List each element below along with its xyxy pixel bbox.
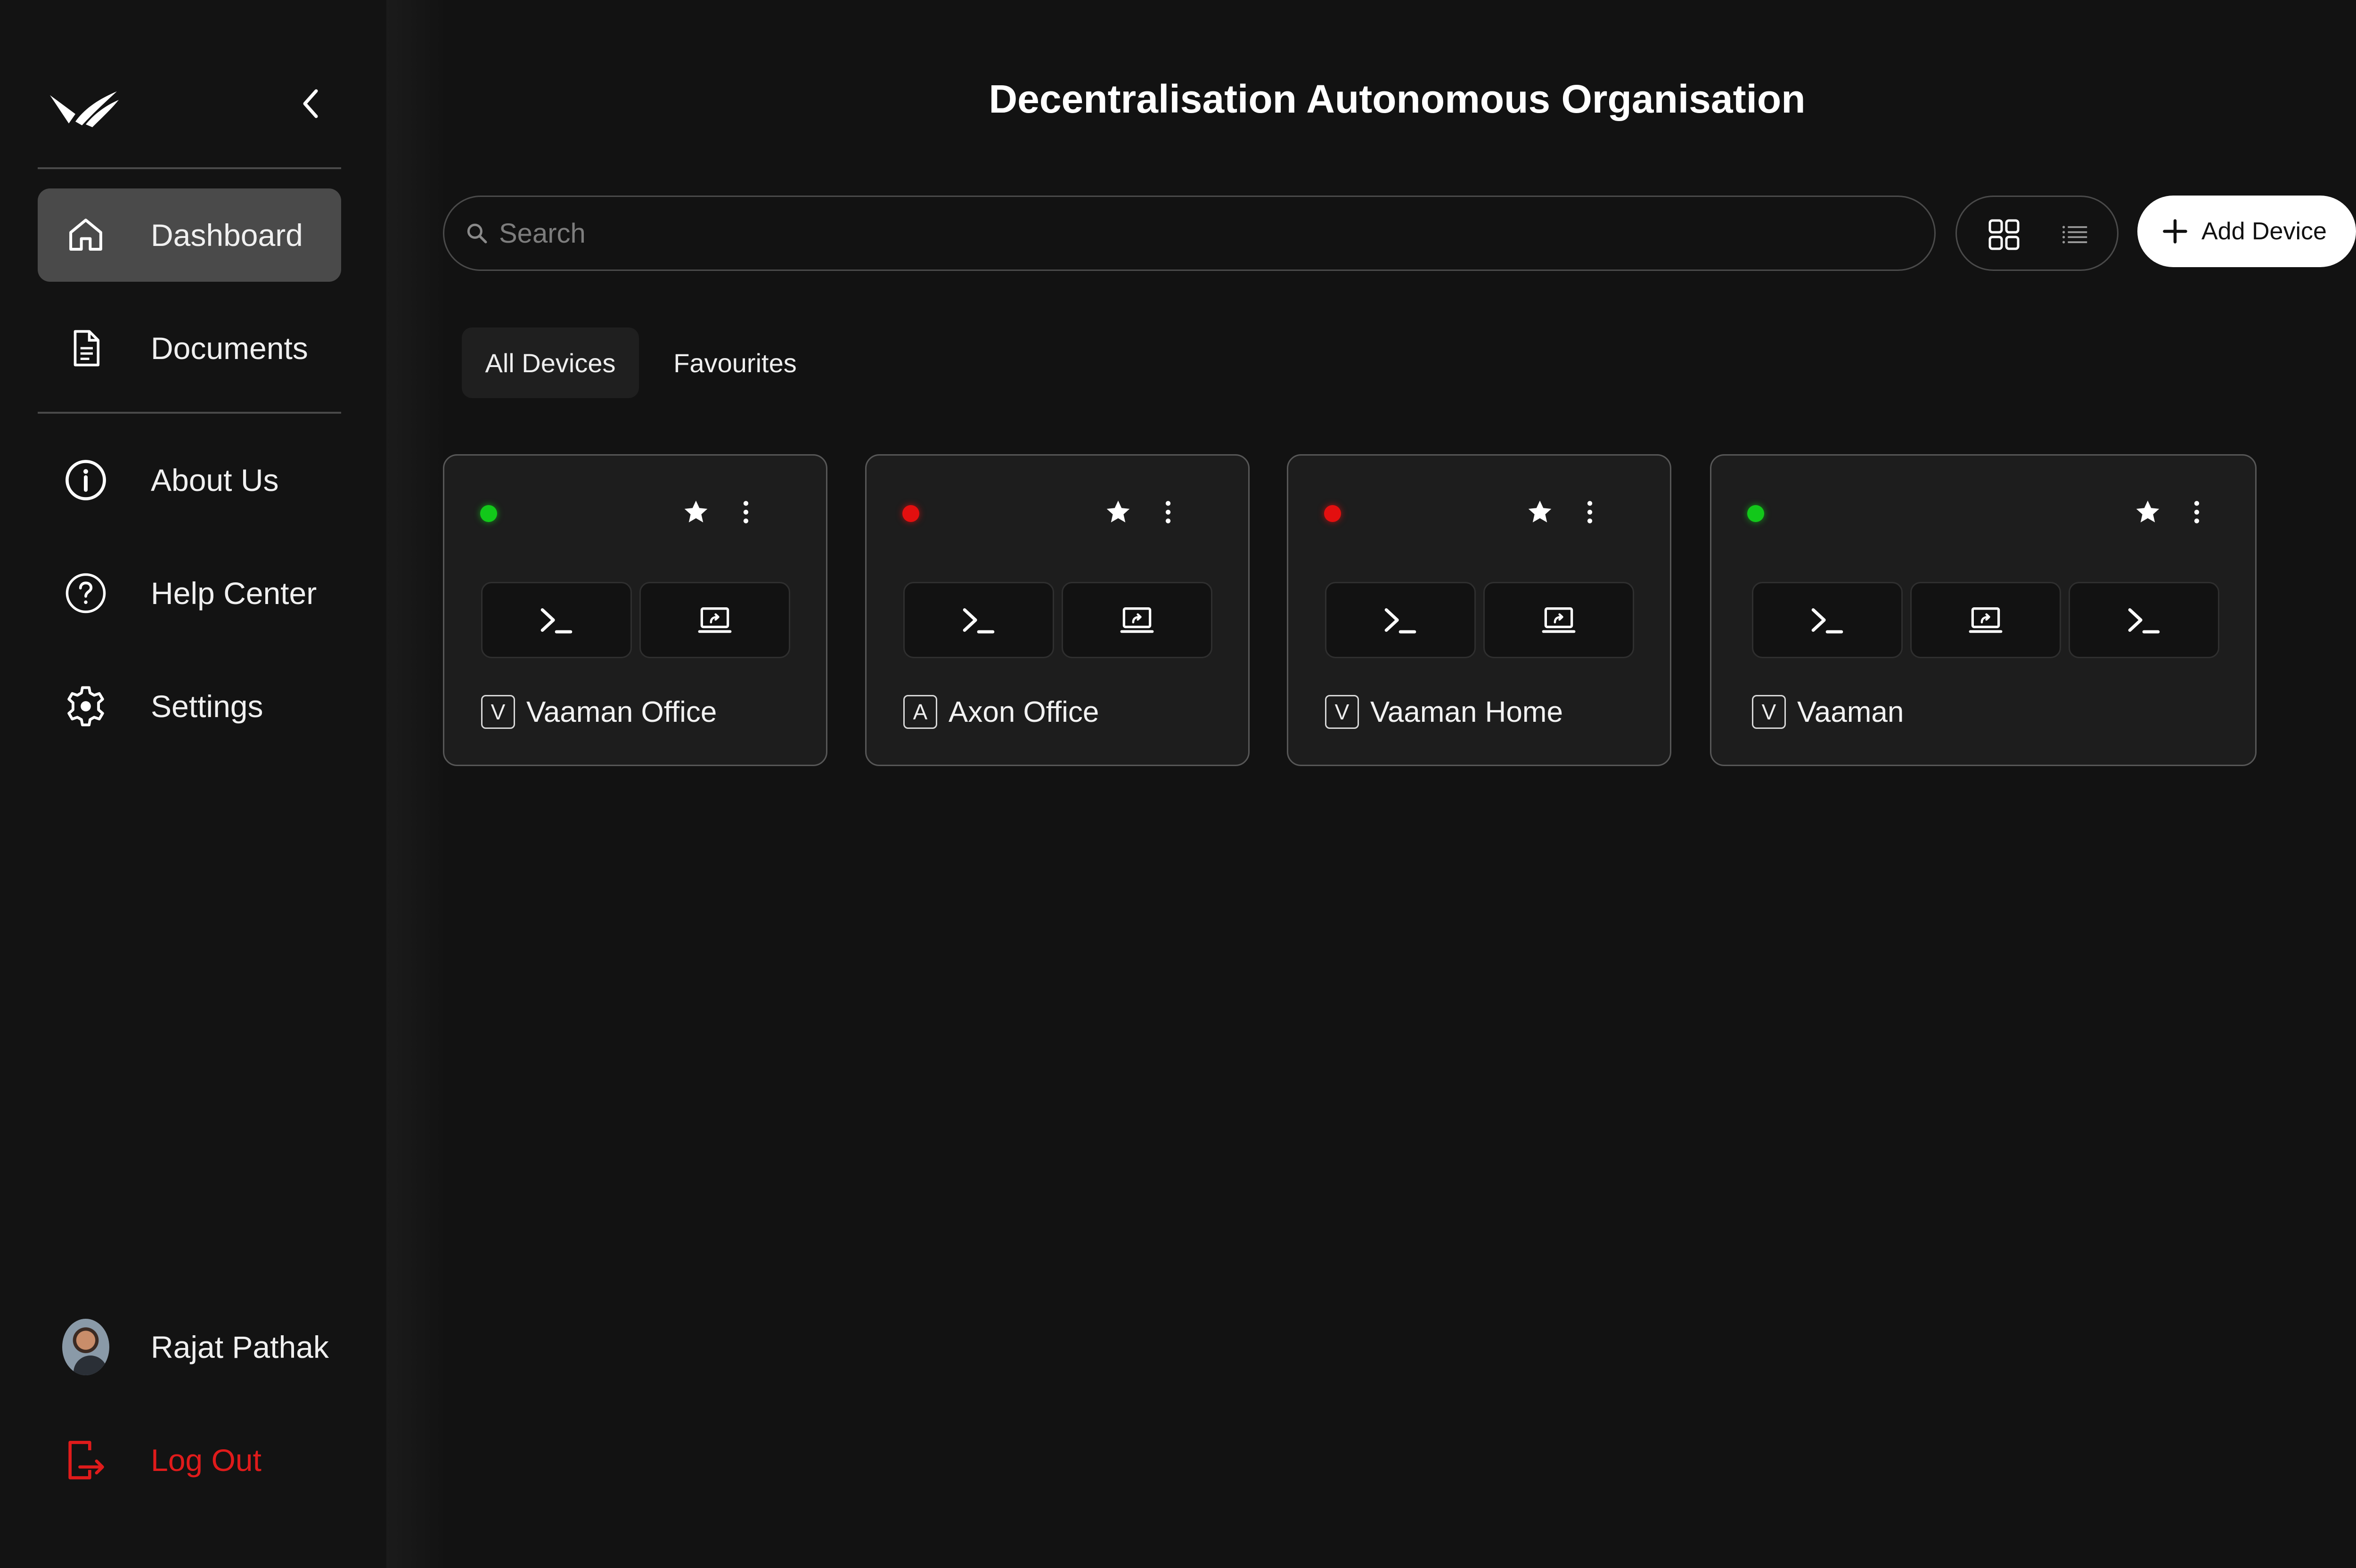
favourite-button[interactable] — [1099, 493, 1137, 531]
remote-desktop-icon — [1542, 607, 1576, 633]
grid-icon — [1988, 219, 2020, 250]
remote-desktop-button[interactable] — [1910, 582, 2061, 658]
document-icon — [62, 325, 109, 372]
terminal-icon — [1384, 608, 1416, 634]
info-icon — [62, 457, 109, 504]
sidebar-shadow — [386, 0, 448, 1568]
search-input[interactable] — [498, 197, 1915, 270]
tab-label: Favourites — [673, 348, 797, 378]
gear-icon — [62, 683, 109, 730]
device-badge: V — [1752, 695, 1786, 729]
status-offline-indicator — [1324, 505, 1341, 522]
sidebar-item-documents[interactable]: Documents — [38, 302, 341, 395]
device-badge: V — [481, 695, 515, 729]
sidebar: Dashboard Documents About Us Help Center… — [0, 0, 386, 1568]
device-badge: V — [1325, 695, 1359, 729]
star-icon — [2136, 500, 2160, 523]
remote-desktop-button[interactable] — [639, 582, 790, 658]
more-options-button[interactable] — [1154, 493, 1182, 531]
terminal-button[interactable] — [903, 582, 1054, 658]
logout-button[interactable]: Log Out — [38, 1413, 341, 1507]
help-icon — [62, 570, 109, 617]
more-options-button[interactable] — [1576, 493, 1604, 531]
avatar-wrap — [62, 1319, 109, 1375]
status-online-indicator — [480, 505, 497, 522]
terminal-icon — [2128, 608, 2160, 634]
device-card[interactable]: V Vaaman Office — [443, 454, 827, 766]
logout-icon — [62, 1437, 109, 1484]
brand-logo-icon — [50, 91, 119, 127]
sidebar-item-label: Documents — [151, 331, 308, 366]
page-title: Decentralisation Autonomous Organisation — [989, 76, 1806, 121]
more-options-button[interactable] — [2183, 493, 2211, 531]
avatar — [62, 1319, 109, 1375]
remote-desktop-button[interactable] — [1483, 582, 1634, 658]
remote-desktop-icon — [1969, 607, 2003, 633]
add-device-label: Add Device — [2201, 218, 2327, 245]
sidebar-item-label: Settings — [151, 689, 263, 724]
search-bar[interactable] — [443, 196, 1936, 271]
device-name: Vaaman — [1797, 695, 1904, 728]
terminal-button[interactable] — [1325, 582, 1476, 658]
favourite-button[interactable] — [677, 493, 715, 531]
favourite-button[interactable] — [1521, 493, 1559, 531]
device-card[interactable]: V Vaaman — [1710, 454, 2257, 766]
device-name: Vaaman Office — [526, 695, 717, 728]
user-name: Rajat Pathak — [151, 1330, 329, 1364]
sidebar-item-dashboard[interactable]: Dashboard — [38, 188, 341, 282]
device-card[interactable]: V Vaaman Home — [1287, 454, 1671, 766]
tab-label: All Devices — [485, 348, 616, 378]
status-offline-indicator — [902, 505, 919, 522]
search-icon — [465, 221, 489, 245]
user-profile[interactable]: Rajat Pathak — [38, 1300, 341, 1394]
view-toggle — [1955, 196, 2119, 271]
sidebar-item-settings[interactable]: Settings — [38, 660, 341, 753]
sidebar-item-label: About Us — [151, 463, 279, 498]
tab-favourites[interactable]: Favourites — [650, 327, 820, 398]
device-badge: A — [903, 695, 937, 729]
device-name: Vaaman Home — [1370, 695, 1563, 728]
remote-desktop-icon — [1120, 607, 1154, 633]
sidebar-divider — [38, 167, 341, 169]
sidebar-item-about-us[interactable]: About Us — [38, 433, 341, 527]
remote-desktop-button[interactable] — [1062, 582, 1212, 658]
sidebar-divider — [38, 412, 341, 414]
plus-icon — [2163, 219, 2187, 244]
brand-logo[interactable] — [38, 66, 132, 151]
sidebar-item-label: Help Center — [151, 576, 317, 611]
star-icon — [684, 500, 708, 523]
terminal-button[interactable] — [1752, 582, 1903, 658]
grid-view-button[interactable] — [1980, 211, 2028, 258]
home-icon — [62, 212, 109, 259]
sidebar-item-label: Dashboard — [151, 218, 303, 253]
tab-all-devices[interactable]: All Devices — [462, 327, 639, 398]
more-options-button[interactable] — [732, 493, 760, 531]
more-vertical-icon — [2194, 501, 2200, 523]
status-online-indicator — [1747, 505, 1764, 522]
star-icon — [1528, 500, 1552, 523]
more-vertical-icon — [1165, 501, 1171, 523]
collapse-sidebar-button[interactable] — [287, 80, 335, 127]
device-name: Axon Office — [949, 695, 1099, 728]
device-card[interactable]: A Axon Office — [865, 454, 1250, 766]
terminal-icon — [1811, 608, 1843, 634]
list-icon — [2062, 226, 2087, 244]
add-device-button[interactable]: Add Device — [2137, 196, 2356, 267]
terminal-button[interactable] — [2069, 582, 2219, 658]
remote-desktop-icon — [698, 607, 732, 633]
favourite-button[interactable] — [2129, 493, 2167, 531]
sidebar-item-help-center[interactable]: Help Center — [38, 547, 341, 640]
terminal-button[interactable] — [481, 582, 632, 658]
terminal-icon — [963, 608, 995, 634]
chevron-left-icon — [303, 89, 318, 118]
more-vertical-icon — [1587, 501, 1593, 523]
list-view-button[interactable] — [2051, 211, 2098, 258]
star-icon — [1106, 500, 1130, 523]
terminal-icon — [540, 608, 573, 634]
logout-label: Log Out — [151, 1443, 262, 1478]
more-vertical-icon — [743, 501, 749, 523]
